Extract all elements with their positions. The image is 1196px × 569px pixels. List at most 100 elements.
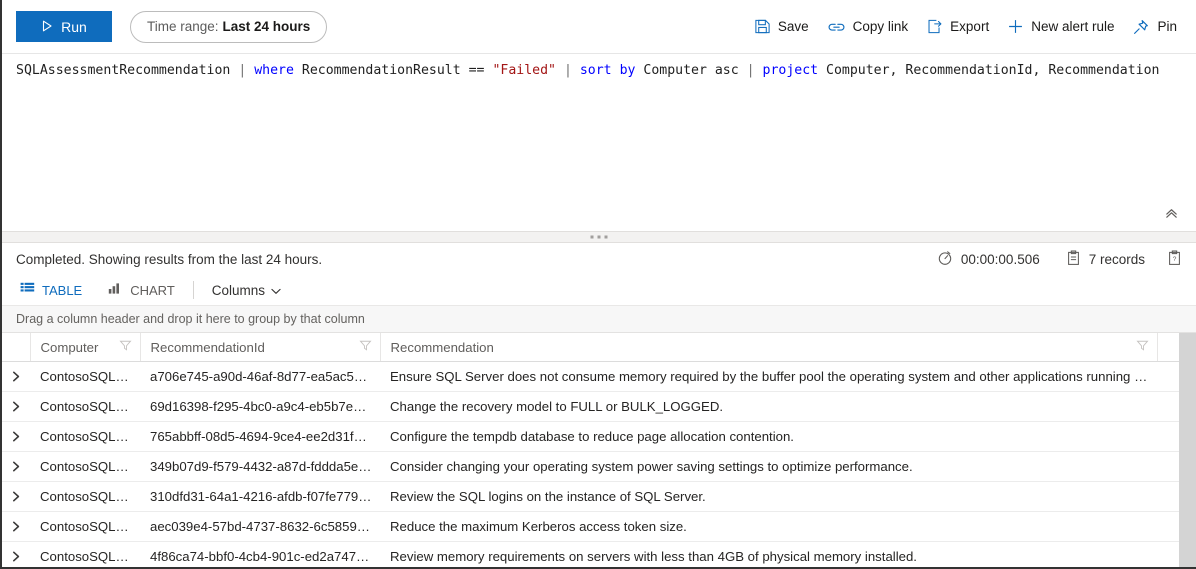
time-range-picker[interactable]: Time range: Last 24 hours [130, 10, 328, 43]
cell-recommendation: Ensure SQL Server does not consume memor… [380, 361, 1157, 392]
results-grid-viewport: Computer RecommendationId Recommendation… [2, 333, 1179, 568]
filter-icon[interactable] [118, 339, 132, 355]
cell-computer: ContosoSQLSrv1 [30, 361, 140, 392]
save-button-label: Save [777, 18, 809, 34]
new-alert-rule-button[interactable]: New alert rule [998, 11, 1123, 43]
filter-icon[interactable] [1135, 339, 1149, 355]
save-button[interactable]: Save [745, 11, 818, 43]
table-row[interactable]: ContosoSQLSrv1 a706e745-a90d-46af-8d77-ea… [2, 361, 1179, 392]
query-token-plain [612, 63, 620, 78]
query-token-plain [572, 63, 580, 78]
query-text[interactable]: SQLAssessmentRecommendation | where Reco… [2, 54, 1196, 81]
row-expander-cell[interactable] [2, 421, 30, 452]
records-icon [1066, 249, 1081, 269]
tab-chart[interactable]: CHART [104, 277, 179, 303]
pin-icon [1132, 18, 1150, 36]
table-row[interactable]: ContosoSQLSrv1 310dfd31-64a1-4216-afdb-f0… [2, 481, 1179, 512]
query-token-plain [755, 63, 763, 78]
query-token-pipe: | [746, 63, 755, 78]
table-icon [20, 282, 35, 298]
chevron-right-icon[interactable] [5, 486, 27, 508]
copy-link-button-label: Copy link [852, 18, 909, 34]
cell-recommendation: Consider changing your operating system … [380, 451, 1157, 482]
query-token-kw: by [619, 63, 636, 78]
row-expander-cell[interactable] [2, 451, 30, 482]
results-view-tabs: TABLE CHART Columns [2, 275, 1196, 305]
table-row[interactable]: ContosoSQLSrv1 765abbff-08d5-4694-9ce4-ee… [2, 421, 1179, 452]
table-row[interactable]: ContosoSQLSrv1 349b07d9-f579-4432-a87d-fd… [2, 451, 1179, 482]
copy-link-button[interactable]: Copy link [818, 11, 918, 43]
chevron-right-icon[interactable] [5, 456, 27, 478]
group-by-hint: Drag a column header and drop it here to… [16, 312, 365, 326]
results-status-text: Completed. Showing results from the last… [16, 251, 323, 267]
cell-filler [1157, 451, 1179, 482]
row-expander-cell[interactable] [2, 391, 30, 422]
chevron-right-icon[interactable] [5, 396, 27, 418]
cell-filler [1157, 361, 1179, 392]
cell-recommendation: Change the recovery model to FULL or BUL… [380, 391, 1157, 422]
group-by-dropzone[interactable]: Drag a column header and drop it here to… [2, 305, 1196, 333]
query-token-str: "Failed" [492, 63, 556, 78]
cell-computer: ContosoSQLSrv1 [30, 391, 140, 422]
chevron-down-icon [271, 283, 281, 298]
cell-filler [1157, 481, 1179, 512]
tab-chart-label: CHART [130, 282, 175, 298]
header-filler [1157, 333, 1179, 362]
row-expander-cell[interactable] [2, 361, 30, 392]
header-recommendation[interactable]: Recommendation [380, 333, 1158, 362]
query-duration-value: 00:00:00.506 [960, 251, 1040, 267]
link-icon [827, 20, 846, 34]
cell-recommendation-id: 310dfd31-64a1-4216-afdb-f07fe77972ca [140, 481, 380, 512]
row-expander-cell[interactable] [2, 481, 30, 512]
cell-recommendation-id: 765abbff-08d5-4694-9ce4-ee2d31fe0dca [140, 421, 380, 452]
header-recommendation-id-label: RecommendationId [150, 339, 265, 355]
save-icon [754, 18, 771, 35]
cell-recommendation-id: 4f86ca74-bbf0-4cb4-901c-ed2a7476602b [140, 541, 380, 567]
table-row[interactable]: ContosoSQLSrv1 aec039e4-57bd-4737-8632-6c… [2, 511, 1179, 542]
row-expander-cell[interactable] [2, 541, 30, 568]
header-computer[interactable]: Computer [30, 333, 141, 362]
table-row[interactable]: ContosoSQLSrv1 69d16398-f295-4bc0-a9c4-eb… [2, 391, 1179, 422]
results-status-bar: Completed. Showing results from the last… [2, 243, 1196, 275]
timer-icon [937, 250, 953, 269]
copy-to-clipboard-button[interactable]: ? [1167, 249, 1182, 269]
query-token-kw: project [762, 63, 819, 78]
query-token-op: == [468, 63, 485, 78]
cell-recommendation: Configure the tempdb database to reduce … [380, 421, 1157, 452]
pane-splitter[interactable] [2, 231, 1196, 243]
query-token-kw: where [254, 63, 294, 78]
row-expander-cell[interactable] [2, 511, 30, 542]
filter-icon[interactable] [358, 339, 372, 355]
query-editor[interactable]: SQLAssessmentRecommendation | where Reco… [2, 53, 1196, 231]
export-button[interactable]: Export [917, 11, 998, 43]
query-token-plain: Computer, RecommendationId, Recommendati… [818, 63, 1160, 78]
cell-filler [1157, 391, 1179, 422]
chevron-right-icon[interactable] [5, 426, 27, 448]
svg-text:?: ? [1173, 256, 1177, 263]
header-recommendation-id[interactable]: RecommendationId [140, 333, 381, 362]
run-button[interactable]: Run [16, 11, 112, 42]
chevron-right-icon[interactable] [5, 366, 27, 388]
pin-button[interactable]: Pin [1123, 11, 1186, 43]
header-expander [2, 333, 31, 362]
chevron-double-up-icon[interactable] [1160, 202, 1182, 224]
cell-recommendation-id: aec039e4-57bd-4737-8632-6c58593d4... [140, 511, 380, 542]
export-icon [926, 18, 943, 35]
chevron-right-icon[interactable] [5, 516, 27, 538]
export-button-label: Export [950, 18, 990, 34]
query-token-plain: SQLAssessmentRecommendation [16, 63, 231, 78]
query-duration: 00:00:00.506 [937, 250, 1040, 269]
splitter-handle-dots [590, 235, 608, 239]
table-row[interactable]: ContosoSQLSrv1 4f86ca74-bbf0-4cb4-901c-ed… [2, 541, 1179, 568]
cell-filler [1157, 421, 1179, 452]
tab-table[interactable]: TABLE [16, 277, 86, 303]
cell-computer: ContosoSQLSrv1 [30, 481, 140, 512]
query-token-kw: sort [579, 63, 612, 78]
columns-button[interactable]: Columns [208, 277, 285, 303]
cell-recommendation-id: 349b07d9-f579-4432-a87d-fddda5e63c... [140, 451, 380, 482]
cell-recommendation: Reduce the maximum Kerberos access token… [380, 511, 1157, 542]
chevron-right-icon[interactable] [5, 546, 27, 568]
cell-recommendation: Review memory requirements on servers wi… [380, 541, 1157, 567]
vertical-scrollbar[interactable] [1179, 333, 1196, 567]
query-token-plain: Computer asc [635, 63, 747, 78]
